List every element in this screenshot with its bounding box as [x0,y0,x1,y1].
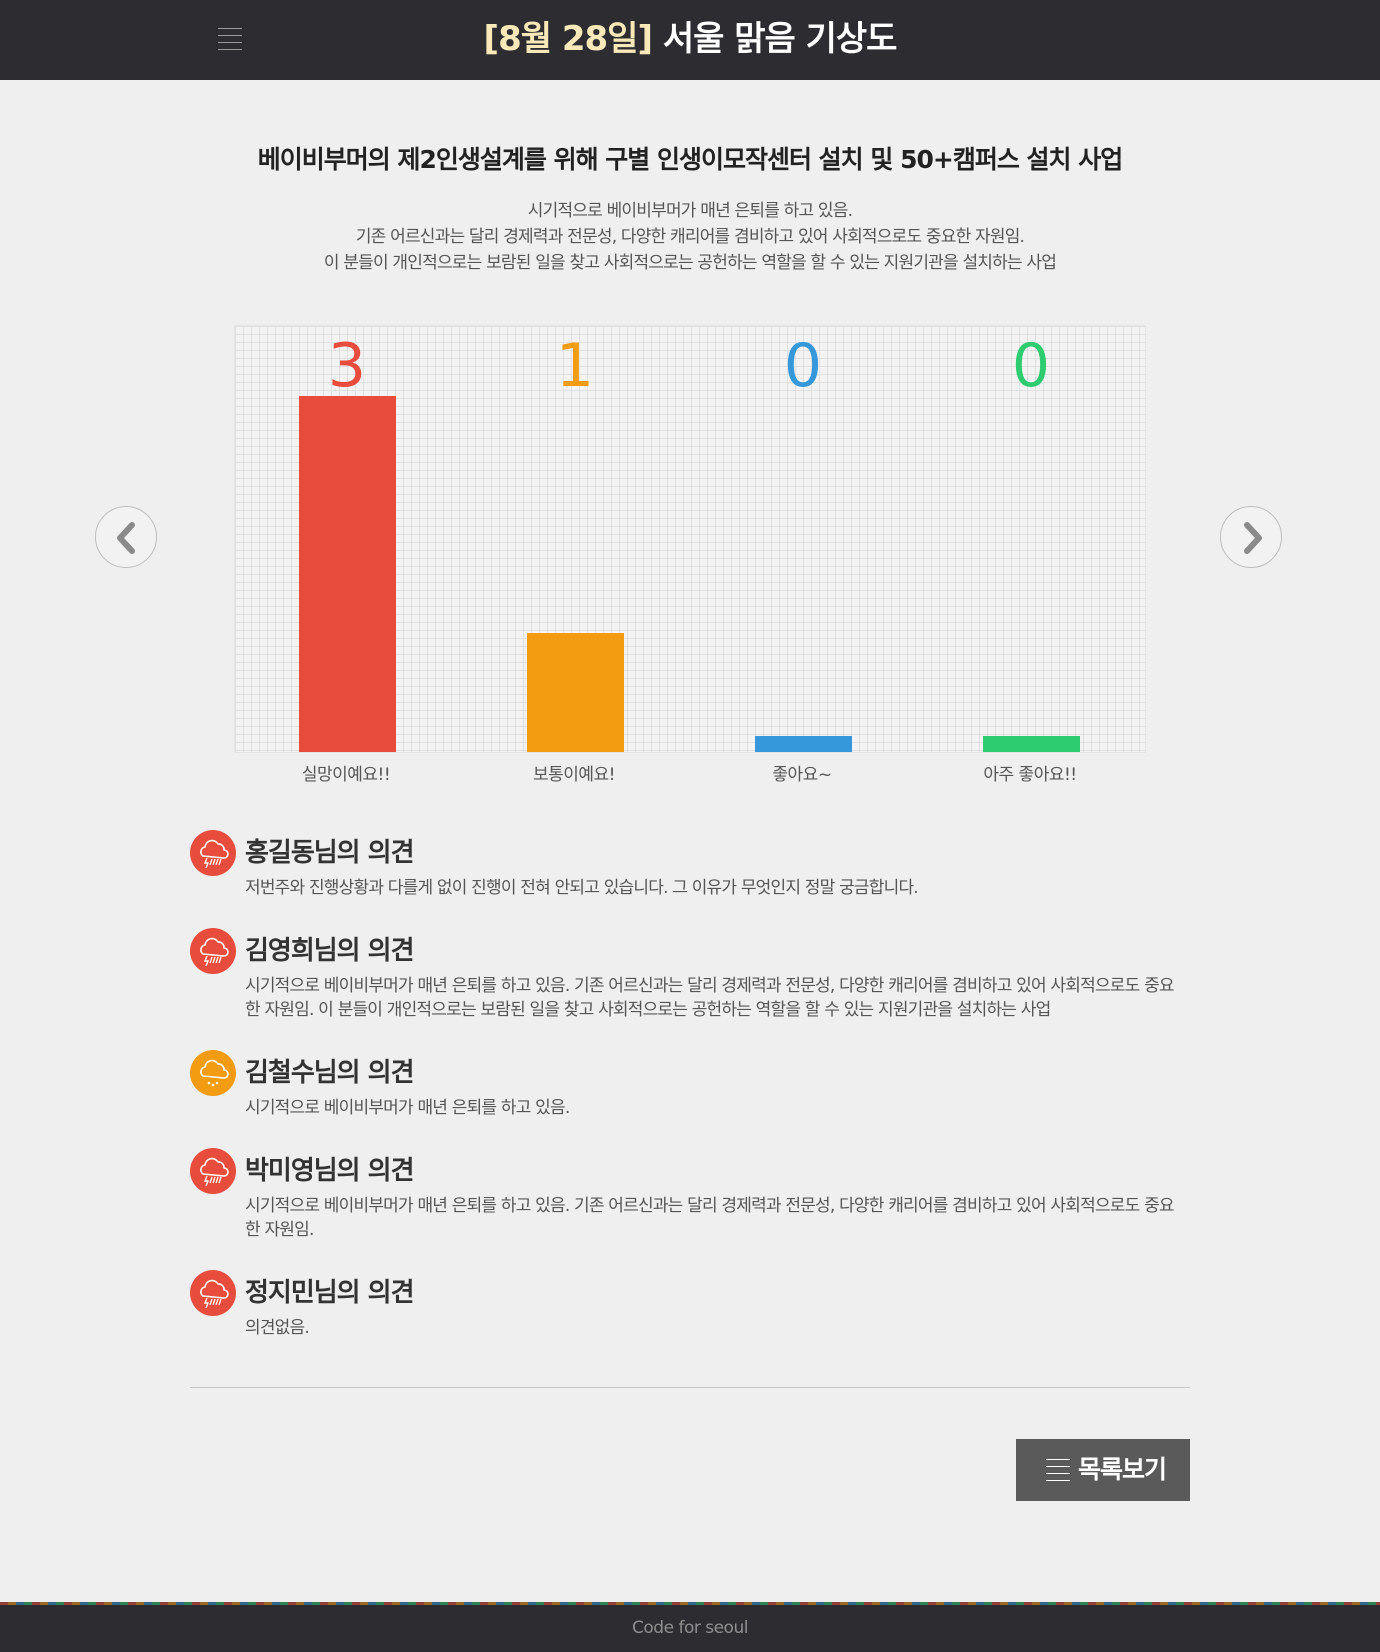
topic-description-line: 이 분들이 개인적으로는 보람된 일을 찾고 사회적으로는 공헌하는 역할을 할… [323,253,1057,273]
topic-description-line: 시기적으로 베이비부머가 매년 은퇴를 하고 있음. [527,201,853,221]
chart-value-label: 0 [1011,331,1051,401]
page-title-text: 서울 맑음 기상도 [662,19,898,59]
opinion-author: 김철수님의 의견 [245,1058,414,1088]
top-header: [8월 28일] 서울 맑음 기상도 [0,0,1380,80]
topic-title: 베이비부머의 제2인생설계를 위해 구별 인생이모작센터 설치 및 50+캠퍼스… [257,145,1123,174]
opinion-text: 의견없음. [245,1318,310,1338]
prev-button[interactable] [95,506,157,568]
opinion-author: 정지민님의 의견 [245,1278,414,1308]
rain-cloud-icon [190,1050,236,1096]
thunderstorm-icon [190,830,236,876]
footer-text: Code for seoul [632,1618,748,1638]
chart-bar [983,736,1080,752]
footer: Code for seoul [0,1602,1380,1652]
vote-bar-chart: 3 1 0 0 [234,325,1146,753]
opinion-text: 시기적으로 베이비부머가 매년 은퇴를 하고 있음. 기존 어르신과는 달리 경… [245,1196,1175,1240]
thunderstorm-icon [190,1148,236,1194]
topic-description-line: 기존 어르신과는 달리 경제력과 전문성, 다양한 캐리어를 겸비하고 있어 사… [355,227,1025,247]
next-button[interactable] [1220,506,1282,568]
list-icon [1046,1459,1070,1481]
list-view-label: 목록보기 [1078,1455,1167,1484]
thunderstorm-icon [190,1270,236,1316]
chart-value-label: 3 [327,331,367,401]
opinion-author: 박미영님의 의견 [245,1156,414,1186]
page-title-date: [8월 28일] [483,19,653,59]
opinion-author: 홍길동님의 의견 [245,838,414,868]
thunderstorm-icon [190,928,236,974]
opinion-author: 김영희님의 의견 [245,936,414,966]
chart-value-label: 0 [783,331,823,401]
list-view-button[interactable]: 목록보기 [1016,1439,1190,1501]
topic-description: 시기적으로 베이비부머가 매년 은퇴를 하고 있음. 기존 어르신과는 달리 경… [0,198,1380,276]
chart-bar [755,736,852,752]
opinion-text: 시기적으로 베이비부머가 매년 은퇴를 하고 있음. [245,1098,570,1118]
chart-category-label: 보통이예요! [532,765,616,785]
chart-category-label: 아주 좋아요!! [983,765,1077,785]
chart-category-label: 실망이예요!! [301,765,391,785]
divider [190,1387,1190,1388]
opinion-text: 시기적으로 베이비부머가 매년 은퇴를 하고 있음. 기존 어르신과는 달리 경… [245,976,1175,1020]
chevron-right-icon [1244,522,1262,554]
chevron-left-icon [117,522,135,554]
chart-value-label: 1 [555,331,595,401]
chart-bar [299,396,396,752]
chart-category-label: 좋아요~ [772,765,832,785]
opinion-text: 저번주와 진행상황과 다를게 없이 진행이 전혀 안되고 있습니다. 그 이유가… [245,878,919,898]
page-title: [8월 28일] 서울 맑음 기상도 [0,0,1380,80]
chart-bar [527,633,624,752]
